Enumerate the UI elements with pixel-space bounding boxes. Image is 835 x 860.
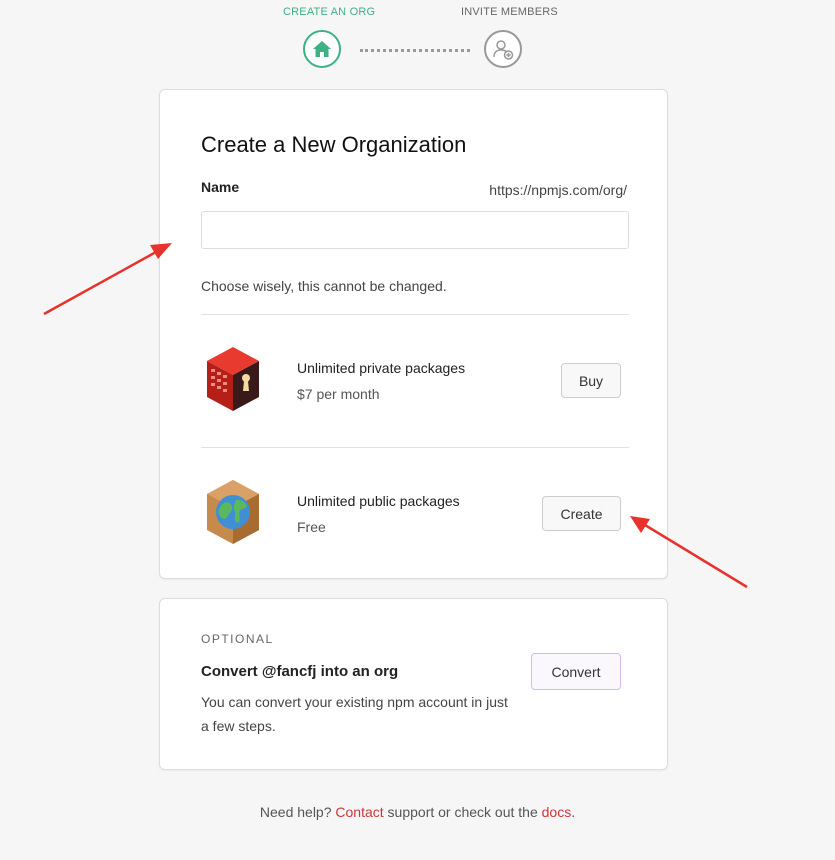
org-url-prefix: https://npmjs.com/org/ — [489, 182, 627, 198]
optional-label: OPTIONAL — [201, 632, 274, 646]
help-suffix: . — [571, 804, 576, 820]
progress-steps: CREATE AN ORG INVITE MEMBERS — [0, 0, 835, 80]
divider — [201, 314, 629, 315]
org-name-input[interactable] — [201, 211, 629, 249]
plan-title: Unlimited public packages — [297, 493, 460, 509]
step-label-create-org: CREATE AN ORG — [283, 6, 376, 18]
divider — [201, 447, 629, 448]
docs-link[interactable]: docs — [542, 804, 572, 820]
plan-price: Free — [297, 519, 326, 535]
help-text: Need help? Contact support or check out … — [0, 804, 835, 820]
create-button[interactable]: Create — [542, 496, 621, 531]
private-package-box-icon — [207, 347, 259, 411]
annotation-arrow-name — [43, 243, 172, 316]
create-org-card: Create a New Organization Name https://n… — [159, 89, 668, 579]
convert-description: You can convert your existing npm accoun… — [201, 694, 508, 734]
home-icon — [313, 41, 331, 57]
convert-button[interactable]: Convert — [531, 653, 621, 690]
step-invite-members — [484, 30, 522, 68]
plan-title: Unlimited private packages — [297, 360, 466, 376]
page-title: Create a New Organization — [201, 132, 467, 157]
name-hint: Choose wisely, this cannot be changed. — [201, 278, 447, 294]
name-label: Name — [201, 179, 240, 195]
add-user-icon — [493, 40, 514, 60]
buy-button[interactable]: Buy — [561, 363, 621, 398]
public-package-box-icon — [207, 480, 259, 544]
convert-account-card: OPTIONAL Convert @fancfj into an org You… — [159, 598, 668, 770]
contact-link[interactable]: Contact — [335, 804, 383, 820]
help-prefix: Need help? — [259, 804, 332, 820]
step-label-invite-members: INVITE MEMBERS — [461, 6, 558, 18]
help-middle: support or check out the — [387, 804, 538, 820]
step-create-org — [303, 30, 341, 68]
step-connector — [360, 49, 470, 52]
convert-title: Convert @fancfj into an org — [201, 663, 399, 680]
plan-price: $7 per month — [297, 386, 380, 402]
